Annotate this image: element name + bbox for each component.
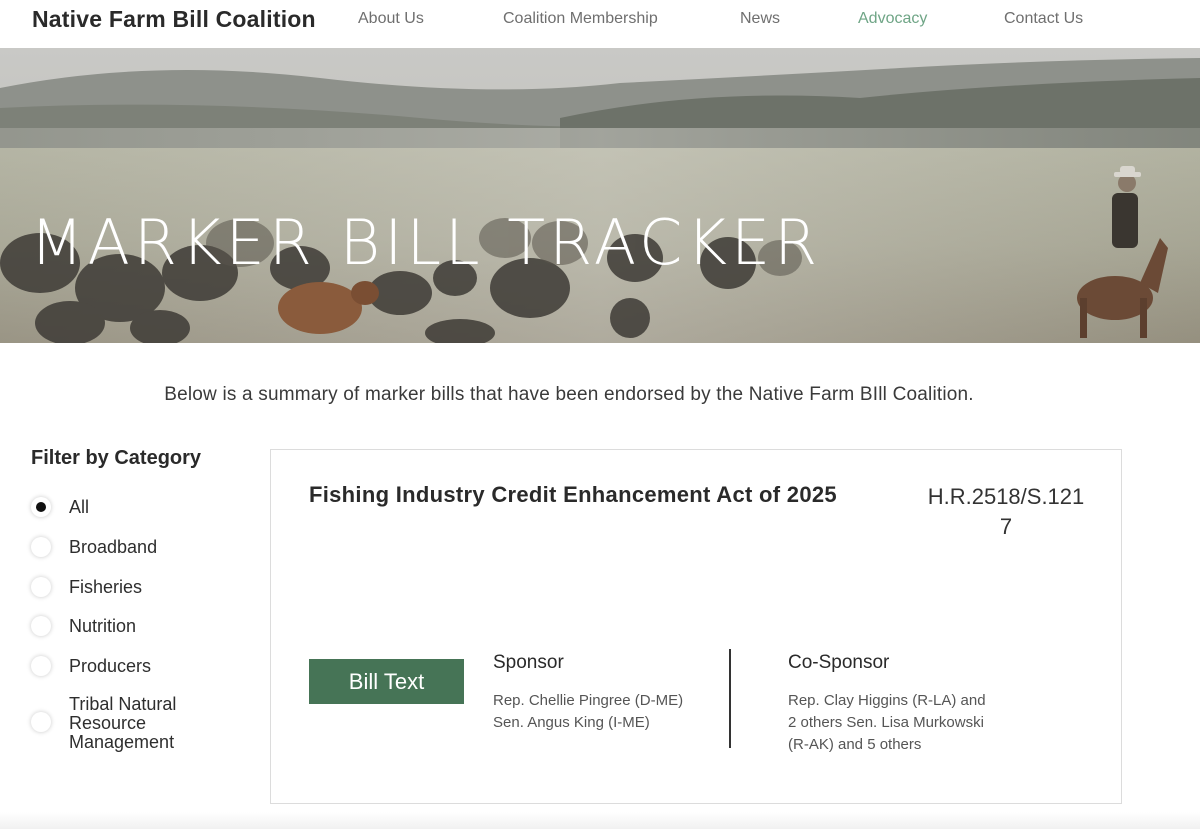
nav-coalition-membership[interactable]: Coalition Membership bbox=[503, 10, 658, 28]
hero-banner: MARKER BILL TRACKER bbox=[0, 48, 1200, 343]
radio-unchecked-icon[interactable] bbox=[31, 616, 51, 636]
bill-text-button[interactable]: Bill Text bbox=[309, 659, 464, 704]
filter-label: Broadband bbox=[69, 536, 158, 557]
radio-unchecked-icon[interactable] bbox=[31, 577, 51, 597]
filter-option-fisheries[interactable]: Fisheries bbox=[31, 577, 231, 597]
bill-card: Fishing Industry Credit Enhancement Act … bbox=[270, 449, 1122, 804]
radio-unchecked-icon[interactable] bbox=[31, 537, 51, 557]
filter-option-nutrition[interactable]: Nutrition bbox=[31, 616, 231, 636]
nav-about-us[interactable]: About Us bbox=[358, 10, 424, 28]
filter-option-all[interactable]: All bbox=[31, 497, 231, 517]
filter-option-tribal-natural-resource-management[interactable]: Tribal Natural Resource Management bbox=[31, 695, 231, 752]
cosponsor-text: Rep. Clay Higgins (R-LA) and 2 others Se… bbox=[788, 692, 986, 753]
radio-unchecked-icon[interactable] bbox=[31, 712, 51, 732]
radio-checked-icon[interactable] bbox=[31, 497, 51, 517]
filter-option-producers[interactable]: Producers bbox=[31, 656, 231, 676]
nav-advocacy[interactable]: Advocacy bbox=[858, 10, 927, 28]
nav-contact-us[interactable]: Contact Us bbox=[1004, 10, 1083, 28]
filter-label: Producers bbox=[69, 655, 152, 676]
filter-title: Filter by Category bbox=[31, 447, 202, 469]
sponsor-text: Rep. Chellie Pingree (D-ME) Sen. Angus K… bbox=[493, 692, 684, 731]
site-brand[interactable]: Native Farm Bill Coalition bbox=[32, 6, 316, 33]
radio-unchecked-icon[interactable] bbox=[31, 656, 51, 676]
hero-ranch-image bbox=[0, 48, 1200, 343]
page-bottom-shadow bbox=[0, 812, 1200, 829]
intro-text: Below is a summary of marker bills that … bbox=[164, 384, 974, 405]
bill-number: H.R.2518/S.1217 bbox=[927, 484, 1085, 539]
nav-news[interactable]: News bbox=[740, 10, 780, 28]
column-divider bbox=[729, 649, 731, 748]
sponsor-heading: Sponsor bbox=[493, 652, 564, 673]
filter-label: All bbox=[69, 496, 90, 517]
filter-label: Fisheries bbox=[69, 576, 143, 597]
filter-label: Nutrition bbox=[69, 615, 137, 636]
page-title: MARKER BILL TRACKER bbox=[30, 206, 822, 279]
cosponsor-heading: Co-Sponsor bbox=[788, 652, 890, 673]
filter-label: Tribal Natural Resource Management bbox=[69, 694, 177, 752]
filter-option-broadband[interactable]: Broadband bbox=[31, 537, 231, 557]
site-header: Native Farm Bill Coalition About Us Coal… bbox=[0, 0, 1200, 48]
bill-title: Fishing Industry Credit Enhancement Act … bbox=[309, 482, 837, 507]
